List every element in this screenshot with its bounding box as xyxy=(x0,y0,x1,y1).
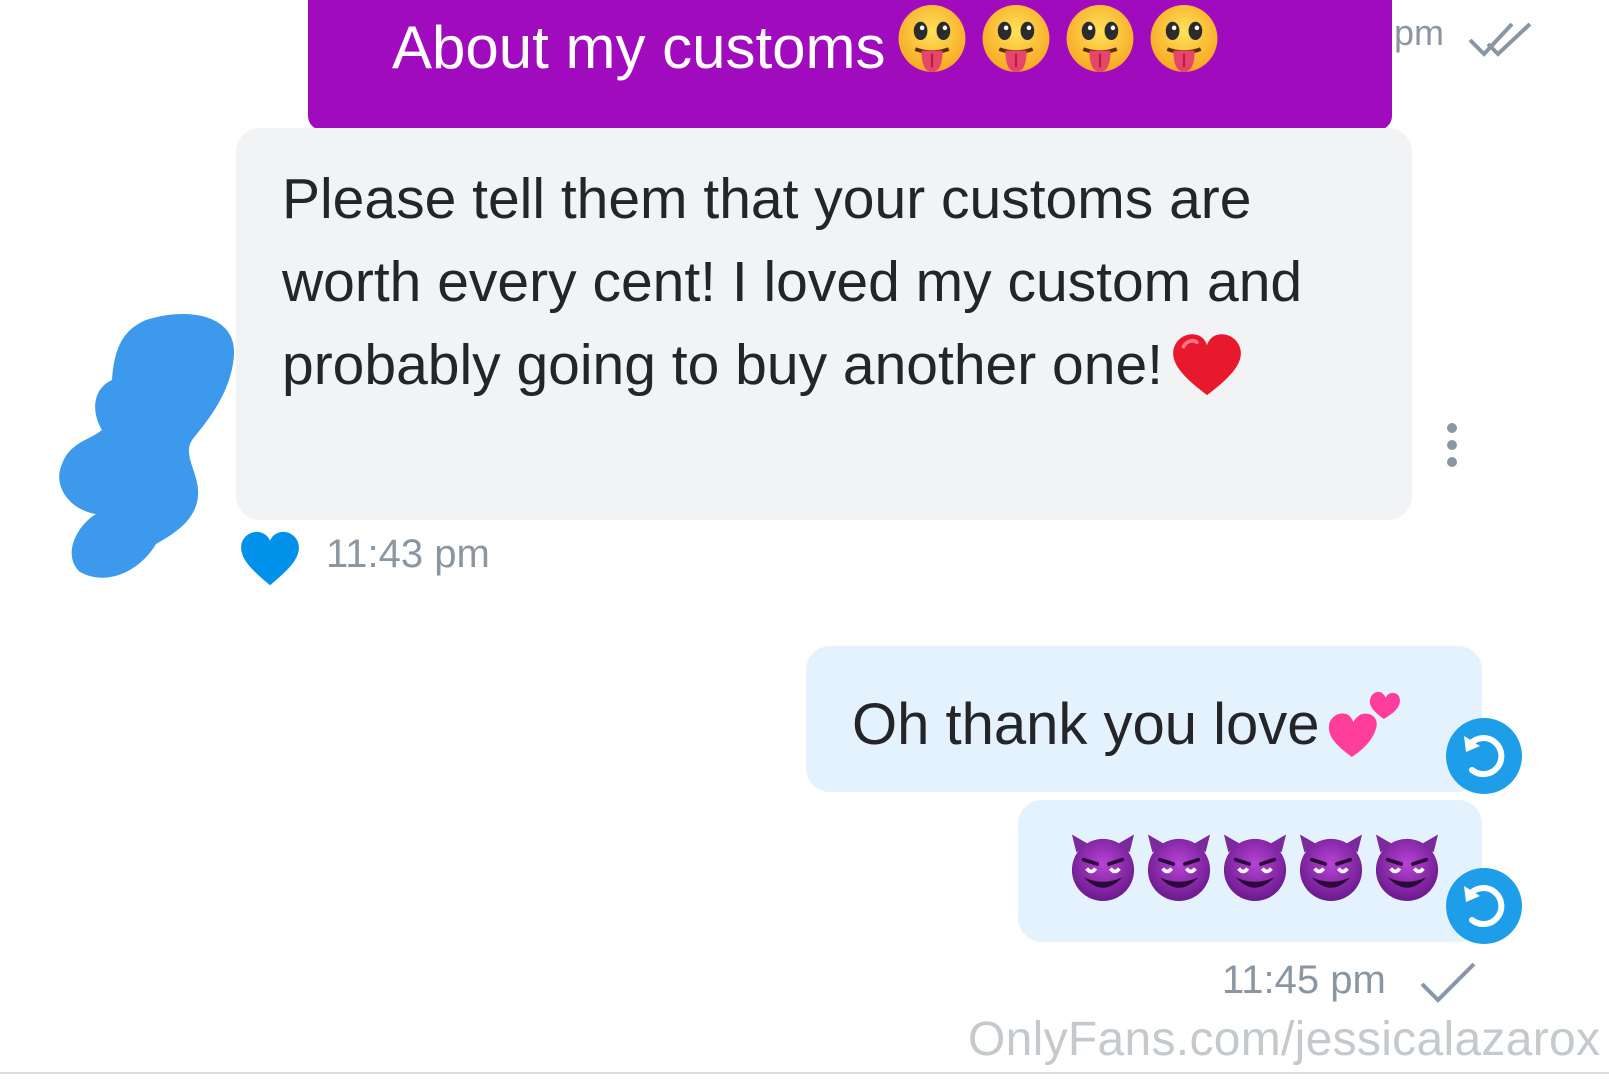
single-check-icon xyxy=(1420,962,1476,1003)
received-message-content: Please tell them that your customs are w… xyxy=(282,158,1382,407)
banner-emoji-group xyxy=(894,2,1222,78)
undo-icon[interactable] xyxy=(1444,716,1524,796)
two-hearts-icon xyxy=(1328,691,1400,757)
sent-message-banner[interactable]: About my customs xyxy=(308,0,1392,130)
more-vertical-icon[interactable] xyxy=(1440,420,1464,470)
blue-heart-icon[interactable] xyxy=(240,530,300,590)
red-heart-icon xyxy=(1173,334,1241,396)
sent-message-bubble[interactable] xyxy=(1018,800,1482,942)
banner-text: About my customs xyxy=(392,14,886,81)
sent-message-text: Oh thank you love xyxy=(852,692,1320,757)
undo-icon[interactable] xyxy=(1444,866,1524,946)
received-message-bubble[interactable]: Please tell them that your customs are w… xyxy=(236,128,1412,520)
divider xyxy=(0,1072,1609,1074)
face-with-tongue-icon xyxy=(1146,2,1222,78)
smiling-devil-icon xyxy=(1066,830,1140,904)
smiling-devil-icon xyxy=(1294,830,1368,904)
watermark: OnlyFans.com/jessicalazarox xyxy=(968,1013,1601,1066)
smiling-devil-icon xyxy=(1142,830,1216,904)
sent-message-bubble[interactable]: Oh thank you love xyxy=(806,646,1482,792)
smiling-devil-icon xyxy=(1370,830,1444,904)
chat-view: About my customs pm Please tell them tha… xyxy=(0,0,1609,1080)
face-with-tongue-icon xyxy=(1062,2,1138,78)
received-message-text: Please tell them that your customs are w… xyxy=(282,167,1303,397)
sent-message-content: Oh thank you love xyxy=(852,684,1402,760)
face-with-tongue-icon xyxy=(894,2,970,78)
smiling-devil-icon xyxy=(1218,830,1292,904)
face-with-tongue-icon xyxy=(978,2,1054,78)
message-time: pm xyxy=(1394,12,1445,53)
sent-message-time: 11:45 pm xyxy=(1222,958,1386,1002)
double-check-icon xyxy=(1468,22,1532,57)
received-message-time: 11:43 pm xyxy=(326,532,490,576)
avatar[interactable] xyxy=(50,306,250,586)
devil-emoji-group xyxy=(1066,830,1444,904)
